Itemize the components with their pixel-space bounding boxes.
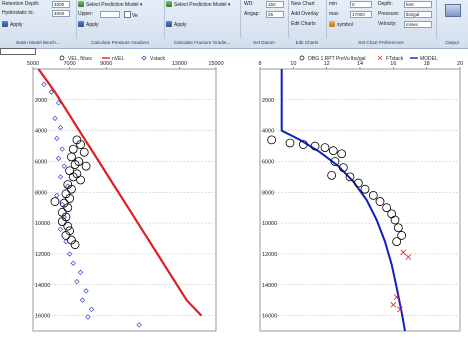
wd-label: WD: [244,1,254,7]
x-tick-label: 7000 [63,61,75,67]
edit-charts-button[interactable]: Edit Charts [291,21,316,28]
y-tick-label: 2000 [262,98,274,104]
model-icon [78,1,84,7]
y-tick-label: 4000 [262,129,274,135]
retention-depth-label: Retention Depth: [2,1,40,7]
x-tick-label: 10 [290,61,296,67]
apply-button-basin[interactable]: Apply [2,21,23,28]
chart-selector-box[interactable] [0,48,36,55]
velocity-label: Velocity: [378,21,397,27]
velocity-select[interactable]: m/sec [404,21,432,28]
y-tick-label: 8000 [262,190,274,196]
hydrostatic-label: Hydrostatic to: [2,10,34,16]
model-icon [166,1,172,7]
depth-select[interactable]: feet [404,1,432,8]
group-caption-edit: Edit Charts [295,40,319,45]
fracture-gradient-group: Select Prediction Model ▾ Apply [164,0,241,38]
legend-marker [141,55,147,61]
add-overlay-button[interactable]: Add Overlay [291,11,319,18]
y-tick-label: 6000 [262,159,274,165]
pressure-select[interactable]: lbs/gal [404,11,432,18]
output-group [436,0,468,38]
plot-area [259,68,461,332]
group-caption-datum: Set Datum [253,40,275,45]
depth-label: Depth: [378,1,393,7]
x-tick-label: 18 [424,61,430,67]
legend-label: Vstack [150,56,166,62]
velocity-depth-chart: VEL, ft/sec nVEL Vstack 5000 7000 9000 13000 1… [27,55,224,332]
ve-checkbox[interactable]: Ve [124,11,138,20]
upper-input[interactable] [100,11,120,18]
x-tick-label: 13000 [172,61,187,67]
select-prediction-model-dropdown-2[interactable]: Select Prediction Model ▾ [166,1,230,8]
y-tick-label: 10000 [262,221,277,227]
y-tick-label: 10000 [35,221,50,227]
pressure-label: Pressure: [378,11,400,17]
datum-group: WD: 150 Airgap: 25 [240,0,289,38]
apply-button-fracture[interactable]: Apply [166,21,187,28]
group-caption-basin: Basin Model Bench... [16,40,60,45]
pressure-depth-chart: OBG 1.RPT PreVu lbs/gal FTstack MODEL 8 10 1… [258,55,463,332]
upper-label: Upper: [78,11,94,17]
airgap-input[interactable]: 25 [266,11,284,18]
legend-marker [377,55,383,61]
x-tick-label: 5000 [27,61,39,67]
x-tick-label: 8 [258,61,261,67]
legend-right: OBG 1.RPT PreVu lbs/gal FTstack MODEL [299,55,438,62]
x-tick-label: 12 [324,61,330,67]
apply-icon [2,21,8,27]
legend-left: VEL, ft/sec nVEL Vstack [59,55,166,62]
apply-icon [78,21,84,27]
x-tick-label: 15000 [208,61,223,67]
max-input[interactable]: 17000 [350,11,372,18]
ribbon-toolbar: Retention Depth: 4000 Hydrostatic to: 40… [0,0,468,49]
retention-depth-input[interactable]: 4000 [52,1,70,8]
symbol-button[interactable]: symbol [329,21,353,28]
group-caption-output: Output [445,40,459,45]
max-label: max [329,11,339,17]
y-tick-label: 12000 [35,252,50,258]
y-tick-label: 14000 [262,283,277,289]
min-label: min [329,1,338,7]
wd-input[interactable]: 150 [266,1,284,8]
chart-preferences-group: min 0 max 17000 symbol Depth: feet Press… [326,0,437,38]
legend-marker [299,55,305,61]
group-caption-preferences: Set Chart Preferences [358,40,404,45]
y-tick-label: 12000 [262,252,277,258]
airgap-label: Airgap: [244,11,260,17]
x-tick-label: 9000 [100,61,112,67]
y-tick-label: 16000 [35,314,50,320]
pressure-gradient-group: Select Prediction Model ▾ Upper: Ve Appl… [76,0,165,38]
group-caption-pressure: Calculate Pressure Gradient [91,40,149,45]
min-input[interactable]: 0 [350,1,372,8]
edit-charts-group: New Chart Add Overlay Edit Charts [288,0,327,38]
x-tick-label: 20 [457,61,463,67]
group-caption-fracture: Calculate Fracture Gradie... [173,40,231,45]
symbol-icon [329,21,335,27]
legend-marker [59,55,65,61]
y-tick-label: 8000 [35,190,47,196]
x-tick-label: 16 [390,61,396,67]
y-tick-label: 14000 [35,283,50,289]
y-tick-label: 16000 [262,314,277,320]
output-icon[interactable] [445,4,461,17]
y-tick-label: 2000 [35,98,47,104]
apply-button-pressure[interactable]: Apply [78,21,99,28]
y-tick-label: 6000 [35,159,47,165]
apply-icon [166,21,172,27]
y-tick-label: 4000 [35,129,47,135]
new-chart-button[interactable]: New Chart [291,1,315,8]
hydrostatic-input[interactable]: 4000 [52,10,70,17]
x-tick-label: 14 [357,61,363,67]
legend-label: nVEL [112,56,124,62]
basin-model-group: Retention Depth: 4000 Hydrostatic to: 40… [0,0,77,38]
select-prediction-model-dropdown[interactable]: Select Prediction Model ▾ [78,1,142,8]
